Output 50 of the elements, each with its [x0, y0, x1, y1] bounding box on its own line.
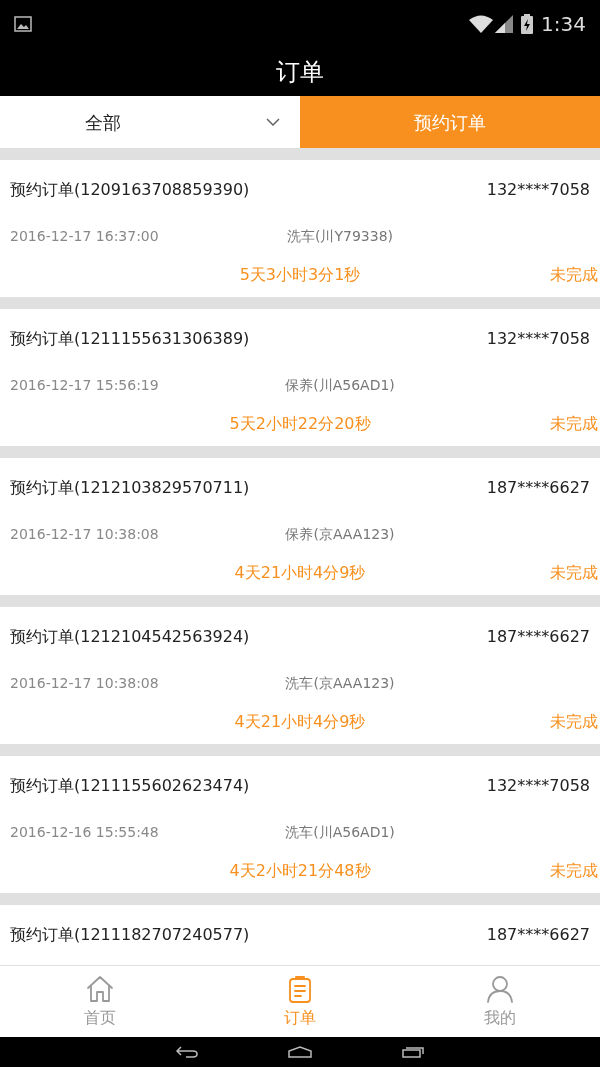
recent-apps-icon[interactable] [402, 1046, 424, 1058]
order-status: 未完成 [550, 264, 598, 286]
service-name: 洗车(川A56AD1) [285, 824, 395, 840]
back-icon[interactable] [176, 1045, 198, 1059]
service-name: 保养(川A56AD1) [285, 377, 395, 393]
order-title: 预约订单(1209163708859390) [10, 179, 250, 201]
chevron-down-icon [266, 118, 280, 126]
person-icon [485, 973, 515, 1004]
page-title: 订单 [276, 57, 324, 88]
signal-icon [495, 15, 514, 33]
order-status: 未完成 [550, 711, 598, 733]
phone-number: 187****6627 [486, 924, 590, 946]
home-button-icon[interactable] [288, 1046, 312, 1058]
order-card[interactable]: 预约订单(1212104542563924) 187****6627 2016-12-17 10:38:08 洗车(京AAA123) 4天21小时4分9秒 未完成 [0, 607, 600, 744]
countdown-text: 5天3小时3分1秒 [239, 265, 361, 284]
service-name: 洗车(川Y79338) [287, 228, 393, 244]
phone-number: 187****6627 [486, 626, 590, 648]
order-card[interactable]: 预约订单(1211155602623474) 132****7058 2016-12-16 15:55:48 洗车(川A56AD1) 4天2小时21分48秒 未完成 [0, 756, 600, 893]
order-date: 2016-12-17 10:38:08 [10, 673, 160, 693]
countdown-text: 4天21小时4分9秒 [234, 563, 366, 582]
countdown-text: 4天21小时4分9秒 [234, 712, 366, 731]
order-date: 2016-12-17 15:56:19 [10, 375, 160, 395]
image-icon [14, 16, 32, 32]
order-title: 预约订单(1211155631306389) [10, 328, 250, 350]
order-title: 预约订单(1212104542563924) [10, 626, 250, 648]
order-card[interactable]: 预约订单(1212103829570711) 187****6627 2016-12-17 10:38:08 保养(京AAA123) 4天21小时4分9秒 未完成 [0, 458, 600, 595]
order-status: 未完成 [550, 860, 598, 882]
order-title: 预约订单(1211155602623474) [10, 775, 250, 797]
countdown-text: 5天2小时22分20秒 [229, 414, 371, 433]
service-name: 洗车(京AAA123) [285, 675, 395, 691]
home-icon [85, 973, 115, 1004]
phone-number: 132****7058 [486, 775, 590, 797]
order-title: 预约订单(1212103829570711) [10, 477, 250, 499]
clock-time: 1:34 [541, 11, 586, 38]
order-card[interactable]: 预约订单(1211155631306389) 132****7058 2016-12-17 15:56:19 保养(川A56AD1) 5天2小时22分20秒 未完成 [0, 309, 600, 446]
order-title: 预约订单(1211182707240577) [10, 924, 250, 946]
phone-number: 132****7058 [486, 179, 590, 201]
order-card[interactable]: 预约订单(1209163708859390) 132****7058 2016-12-17 16:37:00 洗车(川Y79338) 5天3小时3分1秒 未完成 [0, 160, 600, 297]
countdown-text: 4天2小时21分48秒 [229, 861, 371, 880]
order-date: 2016-12-17 10:38:08 [10, 524, 160, 544]
order-card[interactable]: 预约订单(1211182707240577) 187****6627 [0, 905, 600, 965]
service-name: 保养(京AAA123) [285, 526, 395, 542]
order-date: 2016-12-17 16:37:00 [10, 226, 160, 246]
phone-number: 187****6627 [486, 477, 590, 499]
order-date: 2016-12-16 15:55:48 [10, 822, 160, 842]
order-status: 未完成 [550, 413, 598, 435]
phone-number: 132****7058 [486, 328, 590, 350]
order-status: 未完成 [550, 562, 598, 584]
filter-dropdown[interactable]: 全部 [0, 96, 300, 148]
battery-icon [521, 14, 534, 34]
